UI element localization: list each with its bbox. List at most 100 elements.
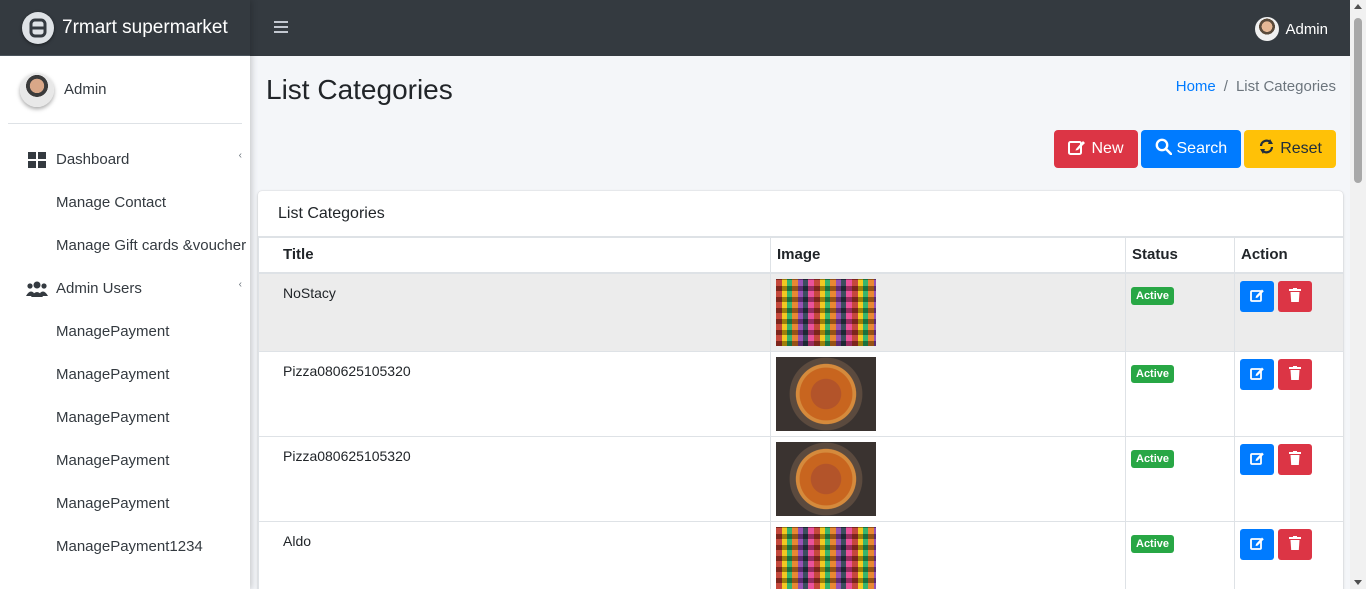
sidebar-item-label: ManagePayment [56,323,170,340]
delete-button[interactable] [1277,528,1312,560]
delete-button[interactable] [1277,280,1312,312]
reset-button-label: Reset [1280,140,1322,157]
sidebar-item-admin-users[interactable]: Admin Users ‹ [0,267,250,310]
cell-action [1234,272,1343,352]
sidebar-item-managepayment1234[interactable]: ManagePayment1234 [0,525,250,568]
column-header-action: Action [1234,237,1343,274]
sidebar-item-gift-cards[interactable]: Manage Gift cards &voucher [0,224,250,267]
sidebar-item-label: ManagePayment [56,366,170,383]
category-image [776,526,876,589]
sidebar-item-managepayment[interactable]: ManagePayment [0,439,250,482]
top-user-name: Admin [1285,20,1328,38]
search-button-label: Search [1176,140,1228,157]
cell-image [770,272,1126,352]
breadcrumb-current: List Categories [1235,78,1336,95]
page-scrollbar[interactable] [1350,0,1366,589]
sidebar-item-dashboard[interactable]: Dashboard ‹ [0,138,250,181]
sidebar-item-label: ManagePayment [56,495,170,512]
sidebar-item-label: Admin Users [56,280,142,297]
cell-action [1234,520,1343,589]
chevron-left-icon: ‹ [238,150,242,161]
new-button[interactable]: New [1054,130,1138,168]
trash-icon [1288,535,1301,553]
edit-button[interactable] [1240,358,1274,390]
edit-icon [1249,536,1265,553]
column-header-image[interactable]: Image [770,237,1126,274]
trash-icon [1288,450,1301,468]
brand-name: 7rmart supermarket [62,16,228,38]
status-badge[interactable]: Active [1131,449,1175,468]
category-image [776,441,876,516]
cell-title: NoStacy [258,272,771,352]
avatar [1255,17,1280,41]
users-icon [26,281,48,297]
category-image [776,278,876,346]
edit-icon [1068,139,1086,160]
search-icon [1155,138,1172,160]
categories-table: Title Image Status Action NoStacy Active [258,237,1343,589]
cell-action [1234,350,1343,437]
edit-icon [1249,451,1265,468]
cell-status: Active [1125,520,1235,589]
cell-title: Pizza080625105320 [258,435,771,522]
scroll-up-icon[interactable] [1354,4,1362,9]
sidebar-item-managepayment[interactable]: ManagePayment [0,396,250,439]
edit-button[interactable] [1240,528,1274,560]
sidebar-nav: Dashboard ‹ Manage Contact Manage Gift c… [0,124,250,568]
delete-button[interactable] [1277,358,1312,390]
reset-button[interactable]: Reset [1244,130,1336,168]
column-header-title[interactable]: Title [258,237,771,274]
trash-icon [1288,287,1301,305]
edit-icon [1249,288,1265,305]
sidebar-item-label: Dashboard [56,151,130,168]
top-user-menu[interactable]: Admin [1255,17,1328,41]
topbar: Admin [250,0,1350,56]
main-content: List Categories Home / List Categories N… [250,56,1350,589]
user-panel[interactable]: Admin [8,56,242,124]
status-badge[interactable]: Active [1131,534,1175,553]
brand-logo-icon [22,11,54,44]
trash-icon [1288,365,1301,383]
cell-image [770,350,1126,437]
cell-title: Pizza080625105320 [258,350,771,437]
card-title: List Categories [258,191,1343,237]
edit-button[interactable] [1240,280,1274,312]
brand-link[interactable]: 7rmart supermarket [0,0,250,56]
sidebar-item-label: Manage Contact [56,194,167,211]
status-badge[interactable]: Active [1131,286,1175,305]
sidebar: 7rmart supermarket Admin Dashboard ‹ Man… [0,0,250,589]
sidebar-item-label: ManagePayment1234 [56,538,203,555]
breadcrumb-home-link[interactable]: Home [1176,78,1216,95]
table-row: Aldo Active [258,520,1343,589]
page-title: List Categories [266,74,453,105]
table-row: NoStacy Active [258,272,1343,352]
sidebar-item-managepayment[interactable]: ManagePayment [0,353,250,396]
search-button[interactable]: Search [1140,130,1242,168]
delete-button[interactable] [1277,443,1312,475]
cell-image [770,435,1126,522]
cell-status: Active [1125,435,1235,522]
action-toolbar: New Search Reset [1054,130,1336,168]
sidebar-item-managepayment[interactable]: ManagePayment [0,482,250,525]
sidebar-user-name: Admin [64,81,107,98]
sidebar-item-manage-contact[interactable]: Manage Contact [0,181,250,224]
scrollbar-thumb[interactable] [1354,18,1362,183]
new-button-label: New [1091,140,1124,157]
column-header-status[interactable]: Status [1125,237,1235,274]
breadcrumb: Home / List Categories [1176,78,1336,95]
cell-status: Active [1125,350,1235,437]
edit-button[interactable] [1240,443,1274,475]
table-header-row: Title Image Status Action [258,237,1343,274]
cell-title: Aldo [258,520,771,589]
scroll-down-icon[interactable] [1354,580,1362,585]
status-badge[interactable]: Active [1131,364,1175,383]
avatar [20,72,54,107]
table-row: Pizza080625105320 Active [258,435,1343,522]
sidebar-item-managepayment[interactable]: ManagePayment [0,310,250,353]
refresh-icon [1258,138,1275,160]
edit-icon [1249,366,1265,383]
category-image [776,356,876,431]
chevron-left-icon: ‹ [238,279,242,290]
hamburger-menu-icon[interactable] [274,20,288,39]
grid-icon [26,151,48,168]
